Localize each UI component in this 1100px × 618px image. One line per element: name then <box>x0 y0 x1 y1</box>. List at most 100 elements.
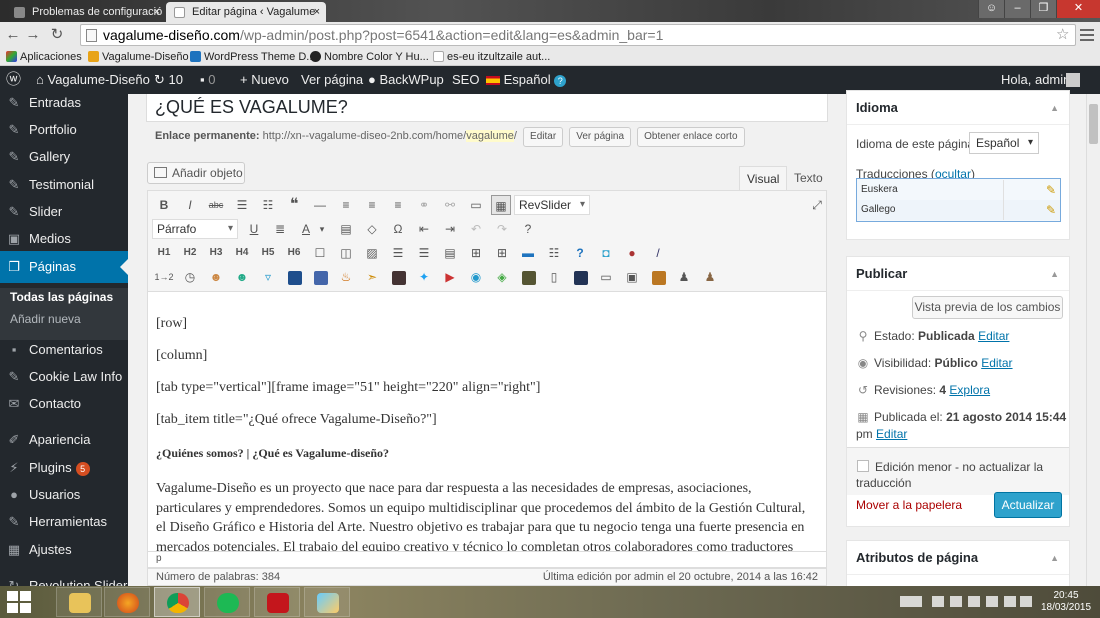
avatar[interactable] <box>1066 73 1080 87</box>
timer-icon[interactable]: ◷ <box>180 267 200 287</box>
dribbble-icon[interactable]: ● <box>622 243 642 263</box>
outdent-icon[interactable]: ⇤ <box>414 219 434 239</box>
network-icon[interactable] <box>1004 596 1016 607</box>
admin-bar-comments[interactable]: ▪ 0 <box>200 66 215 94</box>
tab-visual[interactable]: Visual <box>739 166 788 190</box>
editor-content[interactable]: [row] [column] [tab type="vertical"][fra… <box>147 292 827 552</box>
user-icon[interactable]: ☺ <box>978 0 1004 18</box>
reload-icon[interactable]: ↻ <box>48 26 66 44</box>
language-select[interactable]: Español <box>969 132 1039 154</box>
indent-icon[interactable]: ⇥ <box>440 219 460 239</box>
edit-status-link[interactable]: Editar <box>978 329 1009 343</box>
bold-icon[interactable]: B <box>154 195 174 215</box>
url-input[interactable]: vagalume-diseño.com/wp-admin/post.php?po… <box>80 24 1076 46</box>
heading-2-button[interactable]: H2 <box>180 243 200 263</box>
counter-icon[interactable]: 1→2 <box>154 267 174 287</box>
screen-icon[interactable]: ▣ <box>622 267 642 287</box>
tab-close-icon[interactable]: × <box>154 2 160 22</box>
heading-5-button[interactable]: H5 <box>258 243 278 263</box>
preview-changes-button[interactable]: Vista previa de los cambios <box>912 296 1063 319</box>
bullet-list-icon[interactable]: ☰ <box>232 195 252 215</box>
sidebar-item-entradas[interactable]: ✎ Entradas <box>0 94 128 115</box>
edit-date-link[interactable]: Editar <box>876 427 907 441</box>
admin-bar-new[interactable]: + Nuevo <box>240 66 289 94</box>
paste-text-icon[interactable]: ▤ <box>336 219 356 239</box>
speech-bubble-icon[interactable]: ◘ <box>596 243 616 263</box>
document-icon[interactable]: ▯ <box>544 267 564 287</box>
heading-4-button[interactable]: H4 <box>232 243 252 263</box>
tag-icon[interactable]: ➣ <box>362 267 382 287</box>
back-icon[interactable]: ← <box>4 26 22 44</box>
taskbar-chrome[interactable] <box>154 587 200 617</box>
forward-icon[interactable]: → <box>24 26 42 44</box>
sidebar-item-gallery[interactable]: ✎ Gallery <box>0 145 128 169</box>
explore-revisions-link[interactable]: Explora <box>949 383 990 397</box>
battery-icon[interactable] <box>950 596 962 607</box>
card-icon[interactable] <box>314 271 328 285</box>
toggle-arrow-icon[interactable]: ▲ <box>1050 91 1059 125</box>
scrollbar-thumb[interactable] <box>1089 104 1098 144</box>
minor-edit-checkbox[interactable] <box>857 460 869 472</box>
revslider-dropdown[interactable]: RevSlider <box>514 195 590 215</box>
minimize-icon[interactable]: – <box>1004 0 1030 18</box>
spacer-icon[interactable]: ⊞ <box>492 243 512 263</box>
sidebar-item-comentarios[interactable]: ▪ Comentarios <box>0 338 128 362</box>
update-button[interactable]: Actualizar <box>994 492 1062 518</box>
idioma-panel-header[interactable]: Idioma ▲ <box>847 91 1069 125</box>
heading-3-button[interactable]: H3 <box>206 243 226 263</box>
help-icon[interactable]: ? <box>518 219 538 239</box>
sidebar-item-revolution-slider[interactable]: ↻ Revolution Slider <box>0 574 128 586</box>
taskbar-paint[interactable] <box>304 587 350 617</box>
team-icon[interactable]: ☻ <box>232 267 252 287</box>
taskbar-firefox[interactable] <box>104 587 150 617</box>
sidebar-item-testimonial[interactable]: ✎ Testimonial <box>0 173 128 197</box>
vimeo-icon[interactable]: ◉ <box>466 267 486 287</box>
portrait-icon[interactable] <box>522 271 536 285</box>
redo-icon[interactable]: ↷ <box>492 219 512 239</box>
silhouette-icon[interactable]: ♟ <box>674 267 694 287</box>
toggle-icon[interactable]: ▤ <box>440 243 460 263</box>
toolbar-toggle-icon[interactable]: ▦ <box>491 195 511 215</box>
close-window-icon[interactable]: ✕ <box>1056 0 1100 18</box>
atributos-panel-header[interactable]: Atributos de página ▲ <box>847 541 1069 575</box>
note-icon[interactable]: ▭ <box>596 267 616 287</box>
restore-icon[interactable]: ❐ <box>1030 0 1056 18</box>
map-icon[interactable]: ◈ <box>492 267 512 287</box>
more-tag-icon[interactable]: ▭ <box>466 195 486 215</box>
edit-visibility-link[interactable]: Editar <box>981 356 1012 370</box>
question-icon[interactable]: ? <box>570 243 590 263</box>
bag-icon[interactable] <box>652 271 666 285</box>
monitor-icon[interactable] <box>986 596 998 607</box>
taskbar-acrobat[interactable] <box>254 587 300 617</box>
bookmark-vagalume[interactable]: Vagalume-Diseño <box>88 50 189 64</box>
sidebar-item-apariencia[interactable]: ✐ Apariencia <box>0 428 128 452</box>
fire-icon[interactable]: ♨ <box>336 267 356 287</box>
windows-start-icon[interactable] <box>6 590 32 614</box>
bookmark-wordpress[interactable]: WordPress Theme D... <box>190 50 315 64</box>
heading-1-button[interactable]: H1 <box>154 243 174 263</box>
book-icon[interactable] <box>574 271 588 285</box>
admin-bar-view[interactable]: Ver página <box>301 66 363 94</box>
sidebar-item-portfolio[interactable]: ✎ Portfolio <box>0 118 128 142</box>
submenu-todas-paginas[interactable]: Todas las páginas <box>10 288 113 306</box>
twitter-icon[interactable]: ✦ <box>414 267 434 287</box>
keyboard-icon[interactable] <box>900 596 922 607</box>
youtube-icon[interactable]: ▶ <box>440 267 460 287</box>
list-icon[interactable]: ☷ <box>544 243 564 263</box>
browser-tab-2[interactable]: Editar página ‹ Vagalume × <box>166 2 326 22</box>
taskbar-spotify[interactable] <box>204 587 250 617</box>
admin-bar-seo[interactable]: SEO <box>452 66 479 94</box>
sidebar-item-usuarios[interactable]: ● Usuarios <box>0 483 128 507</box>
bookmark-itzultzaile[interactable]: es-eu itzultzaile aut... <box>433 50 550 64</box>
bookmark-color[interactable]: Nombre Color Y Hu... <box>310 50 429 64</box>
admin-bar-language[interactable]: Español ? <box>486 66 567 94</box>
divider-icon[interactable]: ⊞ <box>466 243 486 263</box>
pen-icon[interactable]: / <box>648 243 668 263</box>
taskbar-explorer[interactable] <box>56 587 102 617</box>
browser-tab-1[interactable]: Problemas de configuració × <box>6 2 166 22</box>
chevron-down-icon[interactable]: ▾ <box>312 219 332 239</box>
wordpress-logo-icon[interactable]: ⓦ <box>6 66 21 94</box>
toggle-arrow-icon[interactable]: ▲ <box>1050 541 1059 575</box>
banner-icon[interactable] <box>288 271 302 285</box>
chrome-menu-icon[interactable] <box>1080 26 1094 44</box>
